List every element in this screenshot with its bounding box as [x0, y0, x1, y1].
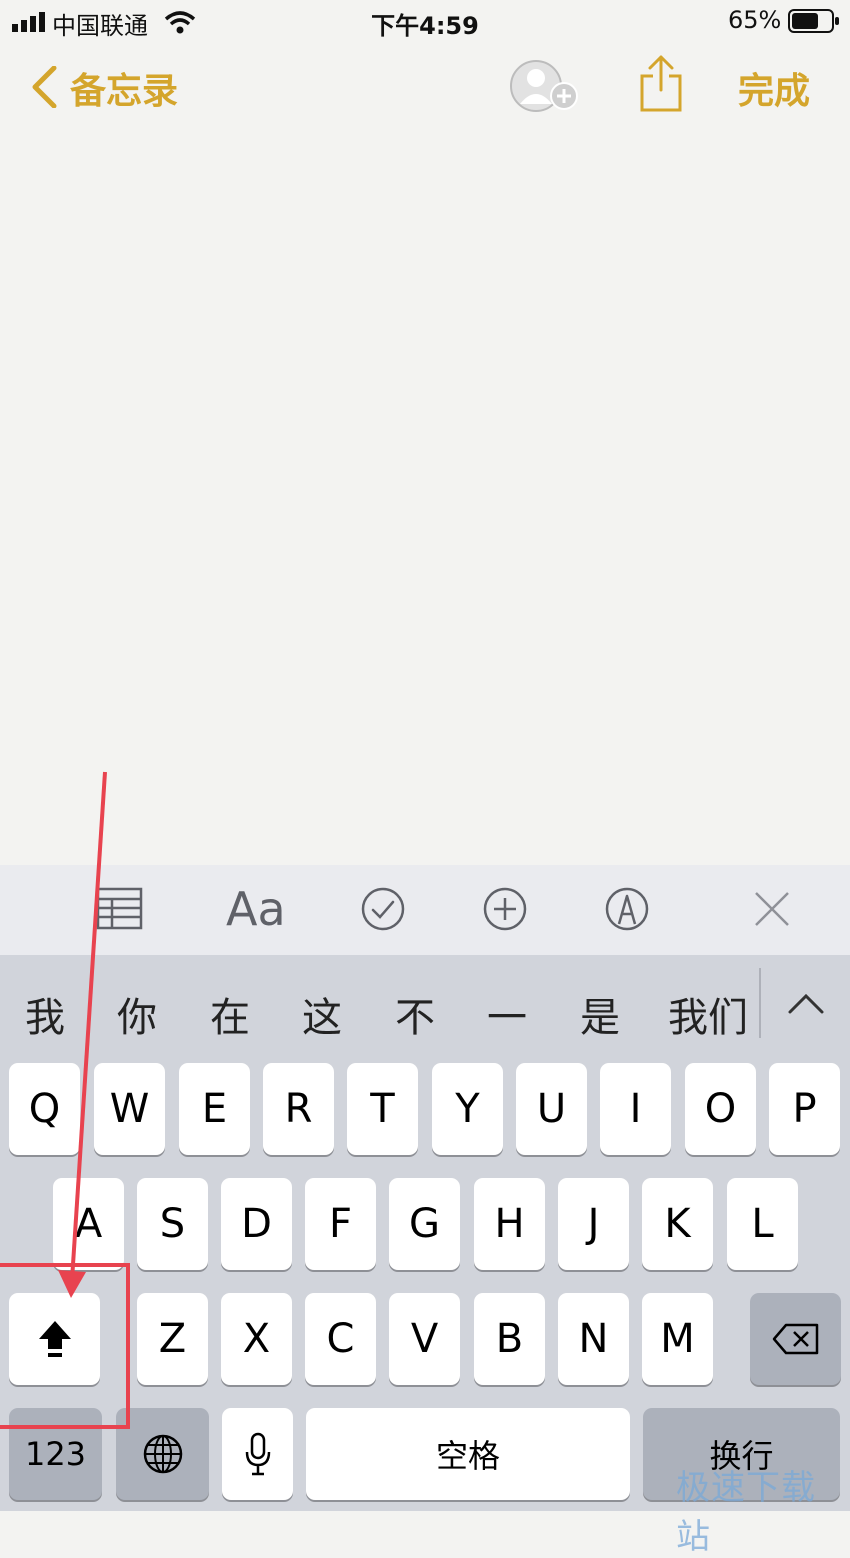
- delete-icon: [772, 1323, 818, 1355]
- key-l[interactable]: L: [727, 1178, 798, 1270]
- battery-percentage: 65%: [728, 6, 782, 34]
- key-f[interactable]: F: [305, 1178, 376, 1270]
- candidate-word[interactable]: 在: [210, 985, 250, 1043]
- key-z[interactable]: Z: [137, 1293, 208, 1385]
- key-k[interactable]: K: [642, 1178, 713, 1270]
- candidate-word[interactable]: 这: [302, 985, 342, 1043]
- key-t[interactable]: T: [347, 1063, 418, 1155]
- key-o[interactable]: O: [685, 1063, 756, 1155]
- key-e[interactable]: E: [179, 1063, 250, 1155]
- add-icon[interactable]: [482, 886, 528, 932]
- key-r[interactable]: R: [263, 1063, 334, 1155]
- delete-key[interactable]: [750, 1293, 841, 1385]
- key-h[interactable]: H: [474, 1178, 545, 1270]
- status-bar: 中国联通 下午4:59 65%: [0, 0, 850, 44]
- chevron-up-icon[interactable]: [786, 990, 826, 1016]
- tutorial-annotation: [0, 771, 130, 1429]
- candidate-word[interactable]: 是: [580, 985, 620, 1043]
- close-icon[interactable]: [752, 889, 792, 929]
- candidate-word[interactable]: 我们: [668, 985, 748, 1043]
- key-y[interactable]: Y: [432, 1063, 503, 1155]
- key-v[interactable]: V: [389, 1293, 460, 1385]
- key-x[interactable]: X: [221, 1293, 292, 1385]
- dictation-key[interactable]: [222, 1408, 293, 1500]
- key-d[interactable]: D: [221, 1178, 292, 1270]
- space-key[interactable]: 空格: [306, 1408, 630, 1500]
- candidate-divider: [759, 968, 761, 1038]
- candidate-word[interactable]: 不: [395, 985, 435, 1043]
- watermark: 极速下载站: [676, 1468, 816, 1557]
- note-text-area[interactable]: [0, 125, 850, 865]
- add-person-icon[interactable]: [508, 58, 582, 114]
- microphone-icon: [245, 1432, 270, 1476]
- globe-icon: [143, 1434, 182, 1474]
- share-icon[interactable]: [638, 54, 684, 114]
- key-c[interactable]: C: [305, 1293, 376, 1385]
- key-n[interactable]: N: [558, 1293, 629, 1385]
- markup-icon[interactable]: [604, 886, 650, 932]
- key-u[interactable]: U: [516, 1063, 587, 1155]
- candidate-word[interactable]: 一: [487, 985, 527, 1043]
- done-button[interactable]: 完成: [738, 62, 810, 114]
- key-i[interactable]: I: [600, 1063, 671, 1155]
- key-j[interactable]: J: [558, 1178, 629, 1270]
- key-g[interactable]: G: [389, 1178, 460, 1270]
- key-m[interactable]: M: [642, 1293, 713, 1385]
- checklist-icon[interactable]: [360, 886, 406, 932]
- text-style-button[interactable]: Aa: [226, 882, 286, 936]
- back-button-label[interactable]: 备忘录: [70, 62, 178, 114]
- key-p[interactable]: P: [769, 1063, 840, 1155]
- battery-icon: [788, 9, 839, 33]
- key-b[interactable]: B: [474, 1293, 545, 1385]
- chevron-left-icon: [32, 66, 57, 108]
- key-s[interactable]: S: [137, 1178, 208, 1270]
- clock: 下午4:59: [371, 12, 479, 40]
